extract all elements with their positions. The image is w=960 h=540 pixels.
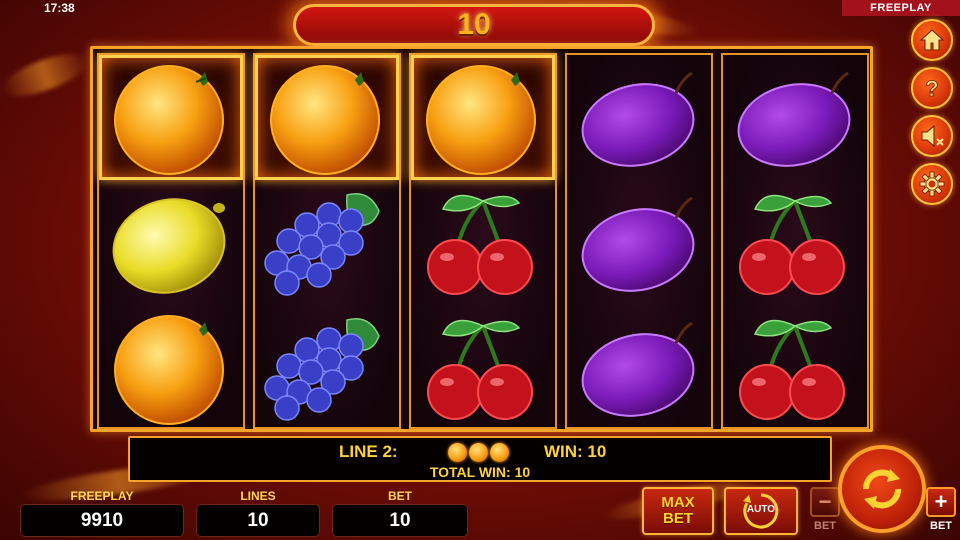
spin-icon (862, 469, 902, 509)
bet-increase-button[interactable]: + BET (924, 487, 958, 537)
win-line-row: LINE 2: WIN: 10 (130, 442, 830, 462)
background-flame (0, 45, 93, 105)
orange-icon (426, 64, 536, 175)
symbol-orange (411, 55, 555, 180)
settings-button[interactable] (911, 163, 953, 205)
lines-label: LINES (240, 489, 276, 503)
lines-value: 10 (247, 509, 269, 531)
line-label: LINE 2: (339, 442, 398, 461)
plum-icon (581, 196, 695, 292)
clock: 17:38 (44, 1, 75, 15)
orange-icon (270, 64, 380, 175)
cherry-icon (739, 194, 845, 295)
plum-icon (581, 71, 695, 167)
grapes-icon (264, 192, 380, 296)
symbol-cherry (411, 180, 555, 305)
plum-icon (737, 71, 851, 167)
symbol-cherry (723, 180, 867, 305)
symbol-plum (567, 305, 711, 430)
spin-button[interactable] (838, 445, 926, 533)
win-counter-value: 10 (457, 8, 491, 41)
bet-value: 10 (389, 509, 411, 531)
help-button[interactable]: ? (911, 67, 953, 109)
auto-label: AUTO (746, 504, 776, 515)
auto-button[interactable]: AUTO (724, 487, 798, 535)
reel-5 (721, 53, 869, 429)
orange-icon (114, 64, 224, 175)
reel-2 (253, 53, 401, 429)
symbol-grapes (255, 305, 399, 430)
symbol-cherry (723, 305, 867, 430)
orange-icon (114, 314, 224, 425)
winning-symbols (448, 443, 509, 462)
orange-icon (448, 443, 467, 462)
orange-icon (490, 443, 509, 462)
symbol-orange (99, 305, 243, 430)
plum-icon (581, 321, 695, 417)
win-counter: 10 (293, 4, 655, 46)
max-bet-text: MAX BET (661, 495, 694, 527)
home-button[interactable] (911, 19, 953, 61)
bet-decrease-label: BET (814, 520, 836, 532)
freeplay-label: FREEPLAY (70, 489, 134, 503)
grapes-icon (264, 317, 380, 421)
reel-3 (409, 53, 557, 429)
mode-badge: FREEPLAY (842, 0, 960, 16)
bet-label: BET (388, 489, 412, 503)
plus-icon: + (926, 487, 956, 517)
reel-area (90, 46, 873, 432)
line-win-label: WIN: 10 (544, 442, 607, 461)
sound-muted-icon (921, 124, 944, 148)
settings-icon (919, 171, 945, 197)
freeplay-balance: 9910 (20, 504, 184, 537)
max-bet-button[interactable]: MAX BET (642, 487, 714, 535)
help-icon: ? (925, 76, 939, 101)
cherry-icon (427, 194, 533, 295)
max-bet-bottom: BET (663, 510, 693, 527)
symbol-lemon (99, 180, 243, 305)
freeplay-value: 9910 (80, 509, 124, 531)
reel-4 (565, 53, 713, 429)
symbol-plum (567, 180, 711, 305)
lines-display: 10 (196, 504, 320, 537)
symbol-cherry (411, 305, 555, 430)
max-bet-top: MAX (661, 494, 695, 511)
reel-1 (97, 53, 245, 429)
sound-button[interactable] (911, 115, 953, 157)
symbol-orange (99, 55, 243, 180)
win-info-panel: LINE 2: WIN: 10 TOTAL WIN: 10 (128, 436, 832, 482)
symbol-plum (567, 55, 711, 180)
total-win-label: TOTAL WIN: 10 (429, 464, 531, 480)
auto-play-icon: AUTO (741, 491, 781, 531)
svg-text:?: ? (925, 76, 938, 101)
symbol-plum (723, 55, 867, 180)
symbol-grapes (255, 180, 399, 305)
home-icon (919, 29, 945, 51)
bet-display: 10 (332, 504, 468, 537)
cherry-icon (427, 319, 533, 420)
cherry-icon (739, 319, 845, 420)
minus-icon: − (810, 487, 840, 517)
bet-decrease-button[interactable]: − BET (808, 487, 842, 537)
lemon-icon (112, 197, 226, 294)
symbol-orange (255, 55, 399, 180)
bet-increase-label: BET (930, 520, 952, 532)
orange-icon (469, 443, 488, 462)
